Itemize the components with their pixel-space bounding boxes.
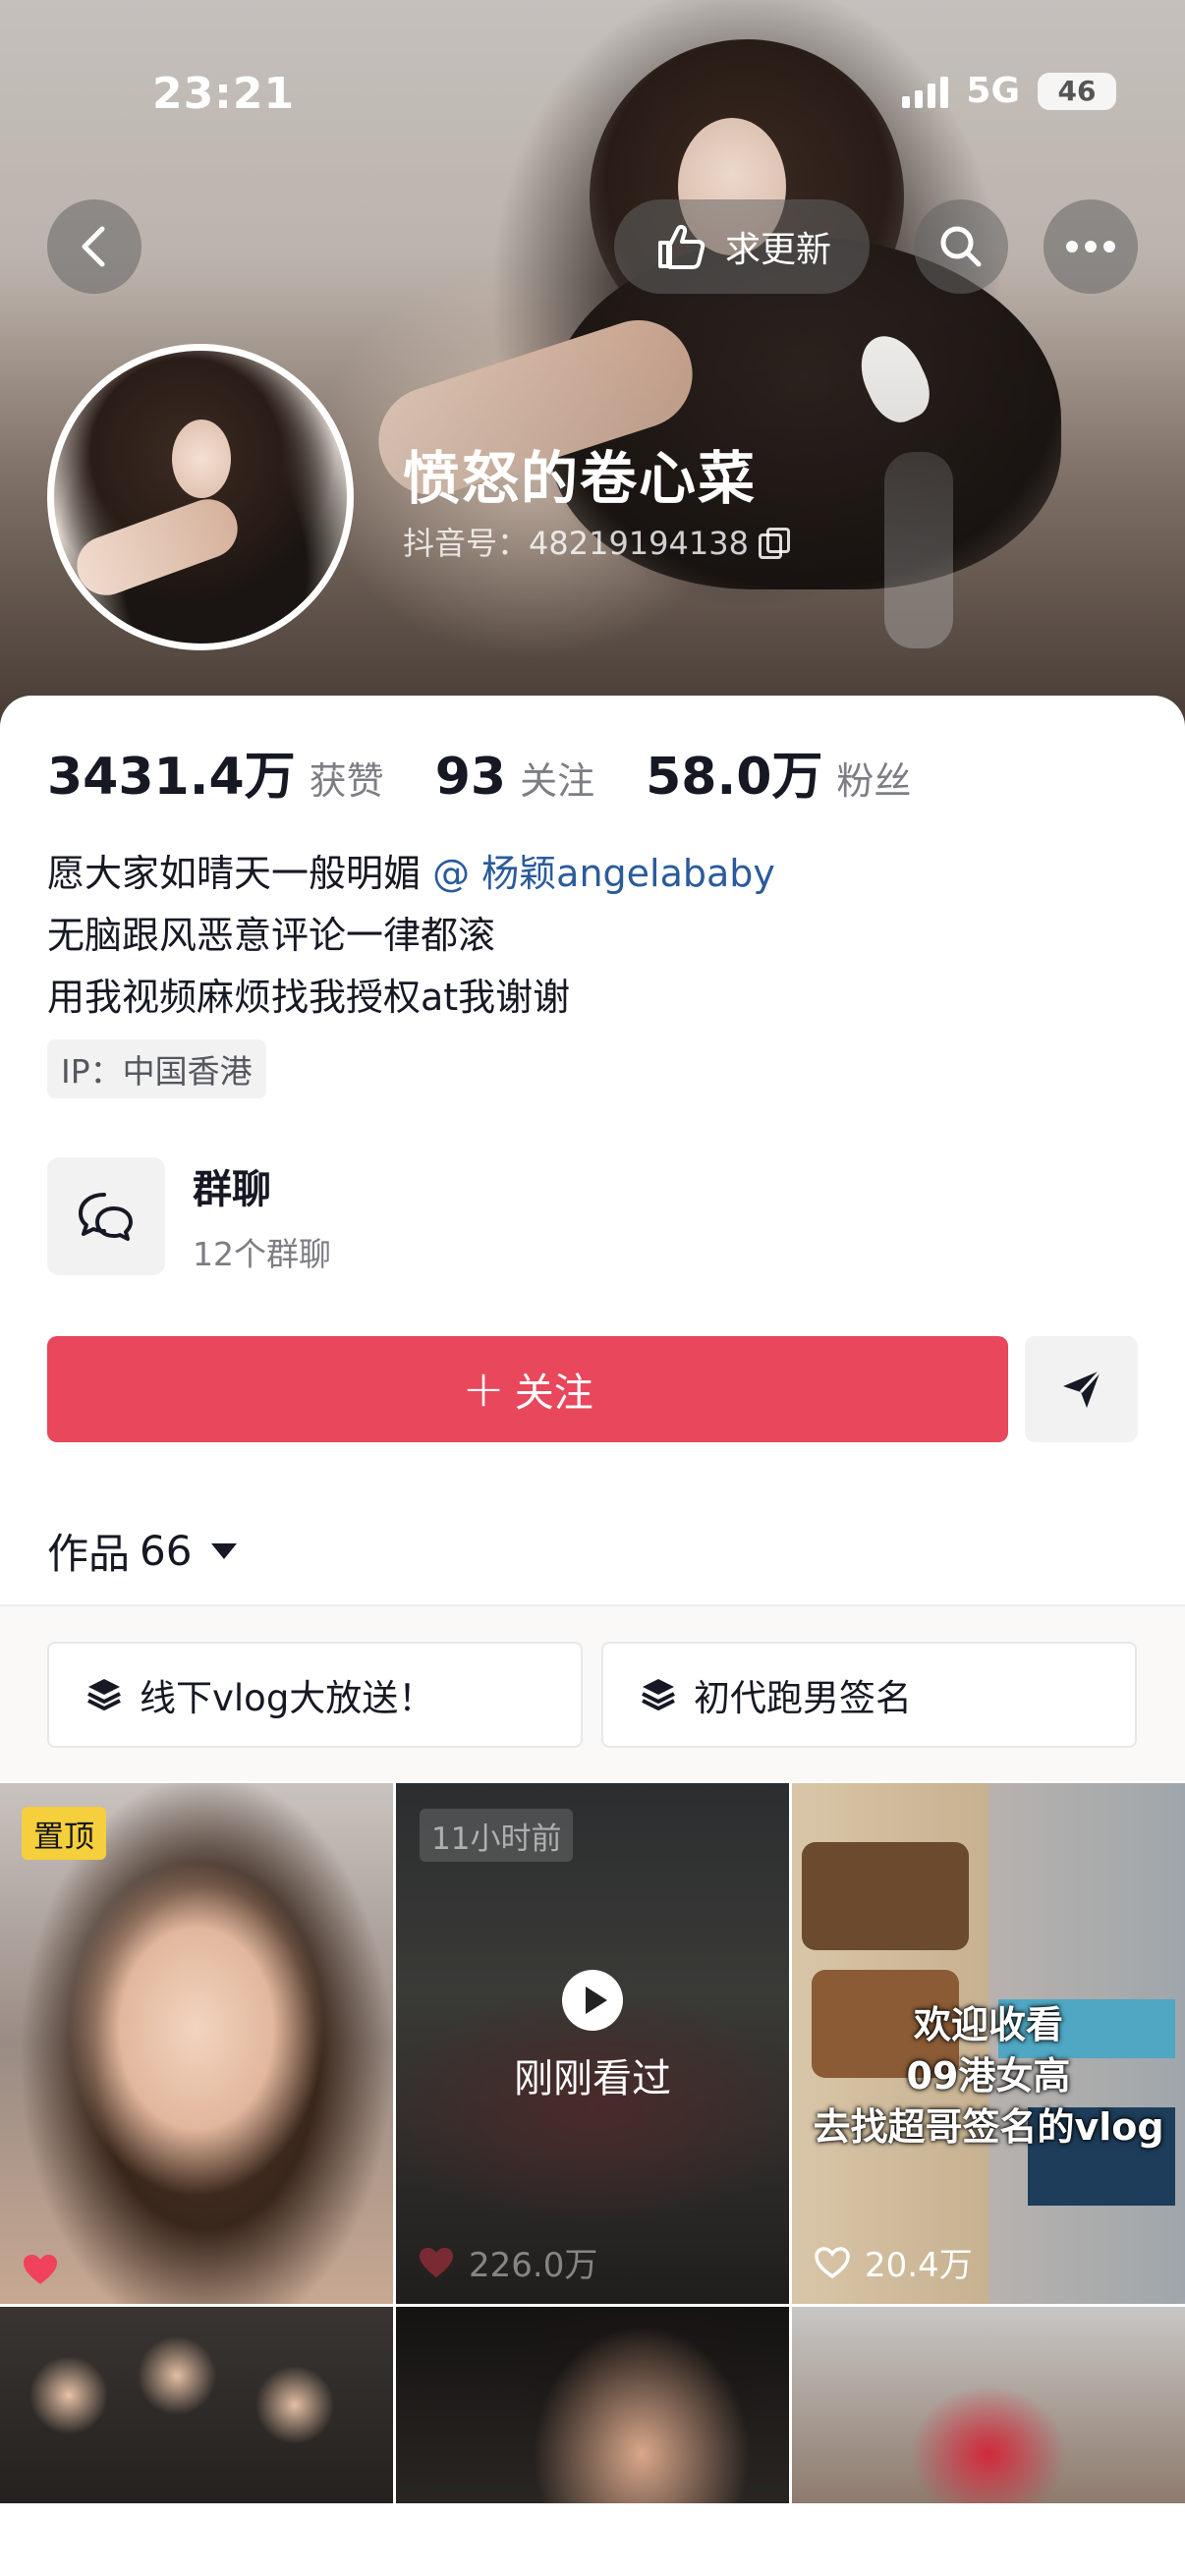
chat-bubbles-icon	[47, 1157, 165, 1275]
stat-label: 关注	[520, 759, 595, 803]
stat-label: 粉丝	[836, 759, 912, 803]
overlay-line: 09港女高	[906, 2054, 1071, 2098]
heart-filled-icon	[420, 2247, 453, 2277]
follow-label: 关注	[514, 1371, 593, 1416]
plus-icon: +	[462, 1360, 505, 1419]
recently-watched-label: 刚刚看过	[514, 2056, 671, 2101]
stats-row: 3431.4万 获赞 93 关注 58.0万 粉丝	[47, 735, 962, 809]
layers-icon	[87, 1679, 121, 1710]
avatar[interactable]	[47, 344, 354, 650]
more-button[interactable]	[1044, 199, 1138, 294]
request-update-button[interactable]: 求更新	[614, 199, 870, 294]
send-message-button[interactable]	[1025, 1336, 1138, 1442]
video-likes: 20.4万	[814, 2238, 973, 2286]
network-label: 5G	[966, 71, 1020, 111]
collection-label: 线下vlog大放送！	[140, 1677, 435, 1719]
ip-location-tag: IP：中国香港	[47, 1039, 266, 1098]
stat-followers[interactable]: 58.0万 粉丝	[646, 735, 911, 809]
bio-line-1: 愿大家如晴天一般明媚 @ 杨颖angelababy	[47, 843, 775, 905]
video-thumbnail[interactable]	[396, 2307, 789, 2503]
video-thumbnail[interactable]	[0, 2307, 393, 2503]
group-chat-subtitle: 12个群聊	[193, 1235, 331, 1273]
collection-label: 初代跑男签名	[694, 1677, 912, 1719]
search-icon	[940, 226, 982, 267]
profile-name: 愤怒的卷心菜	[403, 445, 758, 512]
heart-filled-icon	[24, 2255, 57, 2284]
video-thumbnail[interactable]: 置顶	[0, 1783, 393, 2304]
stat-value: 58.0万	[646, 748, 823, 807]
stat-label: 获赞	[309, 759, 384, 803]
heart-outline-icon	[815, 2246, 850, 2278]
group-chat-entry[interactable]: 群聊 12个群聊	[47, 1157, 331, 1275]
hand-point-icon	[657, 224, 705, 269]
video-thumbnail[interactable]: 11小时前 刚刚看过 226.0万	[396, 1783, 789, 2304]
video-likes: 226.0万	[418, 2238, 597, 2286]
likes-count: 226.0万	[469, 2246, 598, 2285]
back-button[interactable]	[47, 199, 141, 294]
works-count: 66	[140, 1527, 193, 1575]
follow-button[interactable]: + 关注	[47, 1336, 1008, 1442]
stat-likes[interactable]: 3431.4万 获赞	[47, 735, 384, 809]
group-chat-title: 群聊	[193, 1167, 271, 1212]
video-overlay-title: 欢迎收看 09港女高 去找超哥签名的vlog	[792, 1999, 1185, 2153]
pinned-badge: 置顶	[22, 1807, 106, 1860]
douyin-id[interactable]: 抖音号：48219194138	[403, 519, 790, 564]
time-badge: 11小时前	[420, 1809, 574, 1862]
collection-chip-signatures[interactable]: 初代跑男签名	[601, 1642, 1137, 1748]
overlay-line: 欢迎收看	[913, 2003, 1063, 2046]
works-tab[interactable]: 作品 66	[47, 1521, 238, 1581]
video-thumbnail[interactable]: 欢迎收看 09港女高 去找超哥签名的vlog 20.4万	[792, 1783, 1185, 2304]
overlay-line: 去找超哥签名的vlog	[813, 2105, 1164, 2149]
likes-count: 20.4万	[865, 2246, 973, 2285]
search-button[interactable]	[914, 199, 1008, 294]
stat-value: 3431.4万	[47, 748, 296, 807]
bio-line-3: 用我视频麻烦找我授权at我谢谢	[47, 976, 571, 1019]
stat-following[interactable]: 93 关注	[435, 748, 594, 807]
video-likes	[22, 2253, 59, 2286]
douyin-id-text: 抖音号：48219194138	[403, 525, 749, 562]
bio-line-1-text: 愿大家如晴天一般明媚	[47, 852, 433, 895]
profile-sheet: 3431.4万 获赞 93 关注 58.0万 粉丝 愿大家如晴天一般明媚 @ 杨…	[0, 696, 1185, 2576]
bio-line-2: 无脑跟风恶意评论一律都滚	[47, 914, 496, 957]
works-label: 作品	[47, 1530, 131, 1578]
more-dots-icon	[1066, 241, 1115, 252]
signal-icon	[902, 75, 949, 108]
chevron-left-icon	[82, 226, 105, 267]
copy-icon[interactable]	[758, 528, 790, 559]
status-indicators: 5G 46	[902, 71, 1116, 111]
group-chat-text: 群聊 12个群聊	[193, 1157, 331, 1275]
status-time: 23:21	[152, 69, 296, 119]
stat-value: 93	[434, 748, 507, 807]
dropdown-triangle-icon	[211, 1542, 238, 1559]
send-arrow-icon	[1062, 1369, 1101, 1408]
layers-icon	[642, 1679, 675, 1710]
play-icon	[562, 1970, 623, 2031]
battery-icon: 46	[1038, 72, 1116, 110]
video-thumbnail[interactable]	[792, 2307, 1185, 2503]
bio: 愿大家如晴天一般明媚 @ 杨颖angelababy 无脑跟风恶意评论一律都滚 用…	[47, 843, 775, 1029]
request-update-label: 求更新	[724, 230, 831, 270]
collection-chip-vlog[interactable]: 线下vlog大放送！	[47, 1642, 583, 1748]
bio-mention-link[interactable]: @ 杨颖angelababy	[432, 852, 775, 895]
profile-page: 23:21 5G 46 求更新 愤怒的卷心菜 抖音号：48219194138 3	[0, 0, 1185, 2576]
recently-watched-overlay: 刚刚看过	[396, 1970, 789, 2103]
